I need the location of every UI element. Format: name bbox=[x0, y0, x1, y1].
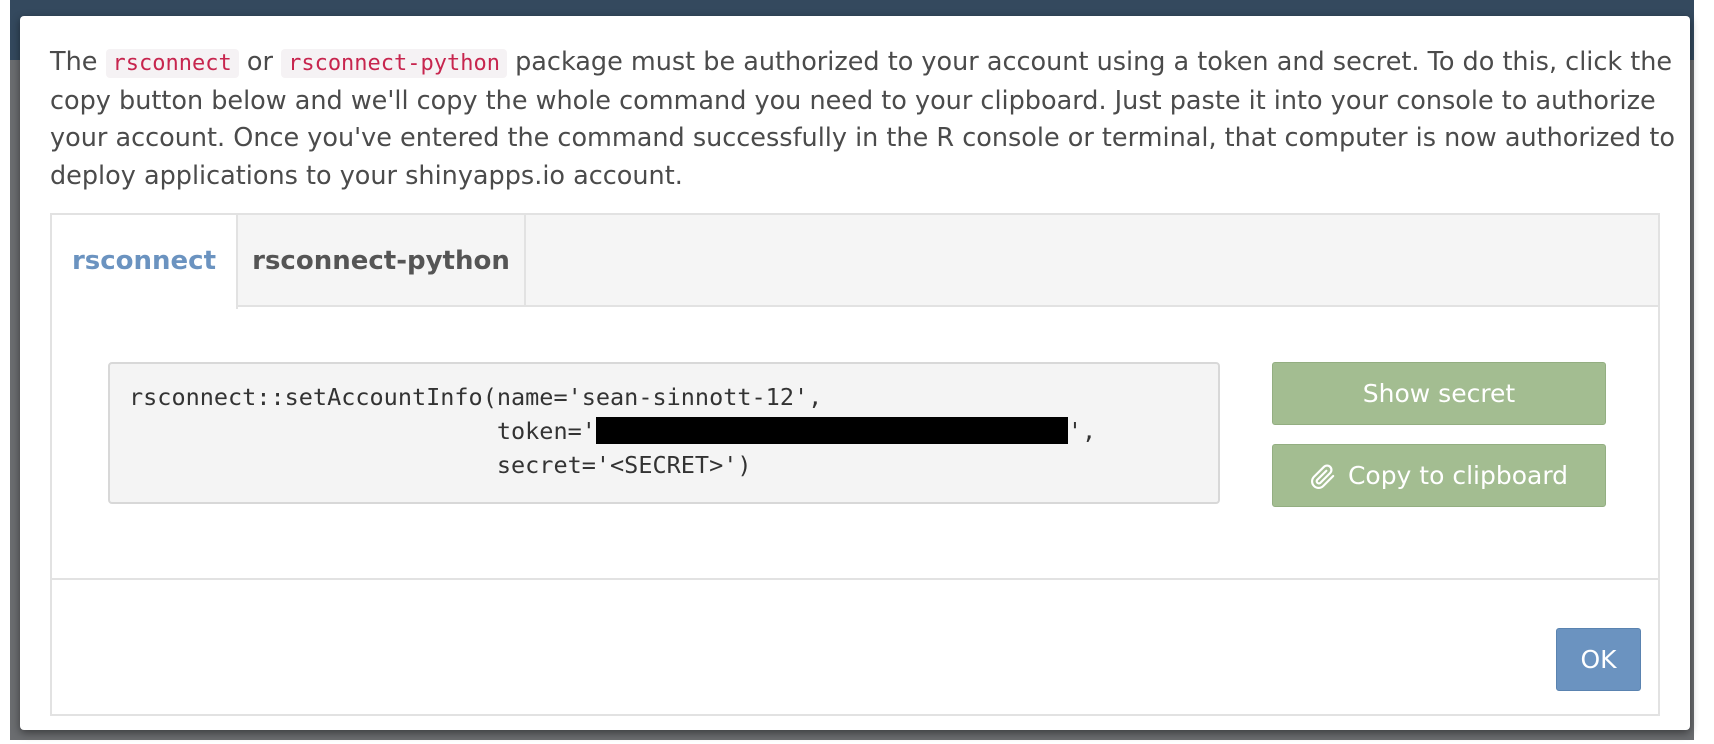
copy-to-clipboard-button[interactable]: Copy to clipboard bbox=[1272, 444, 1606, 507]
copy-to-clipboard-label: Copy to clipboard bbox=[1347, 461, 1569, 490]
code-token-prefix: token=' bbox=[129, 417, 596, 445]
code-rsconnect-python: rsconnect-python bbox=[281, 49, 507, 78]
paperclip-icon bbox=[1311, 464, 1335, 489]
code-token-suffix: ', bbox=[1067, 417, 1097, 445]
tab-panel: rsconnect rsconnect-python rsconnect::se… bbox=[50, 213, 1660, 716]
tab-rsconnect[interactable]: rsconnect bbox=[52, 215, 238, 309]
ok-button[interactable]: OK bbox=[1556, 628, 1641, 691]
code-rsconnect: rsconnect bbox=[105, 49, 239, 78]
code-line-secret: secret='<SECRET>') bbox=[129, 451, 752, 479]
show-secret-label: Show secret bbox=[1362, 379, 1516, 408]
code-line-token: token=' ', bbox=[129, 414, 1096, 448]
redacted-token bbox=[595, 417, 1068, 444]
intro-or: or bbox=[246, 47, 273, 77]
command-code-block: rsconnect::setAccountInfo(name='sean-sin… bbox=[108, 362, 1220, 504]
show-secret-button[interactable]: Show secret bbox=[1272, 362, 1606, 425]
intro-the: The bbox=[50, 47, 98, 77]
ok-label: OK bbox=[1580, 645, 1617, 674]
code-line-name: rsconnect::setAccountInfo(name='sean-sin… bbox=[129, 383, 823, 411]
tab-bar: rsconnect rsconnect-python bbox=[52, 215, 1658, 309]
token-modal: The rsconnect or rsconnect-python packag… bbox=[20, 16, 1690, 730]
intro-text: The rsconnect or rsconnect-python packag… bbox=[50, 44, 1680, 195]
footer-divider bbox=[52, 578, 1658, 580]
tab-rsconnect-python[interactable]: rsconnect-python bbox=[238, 215, 526, 307]
